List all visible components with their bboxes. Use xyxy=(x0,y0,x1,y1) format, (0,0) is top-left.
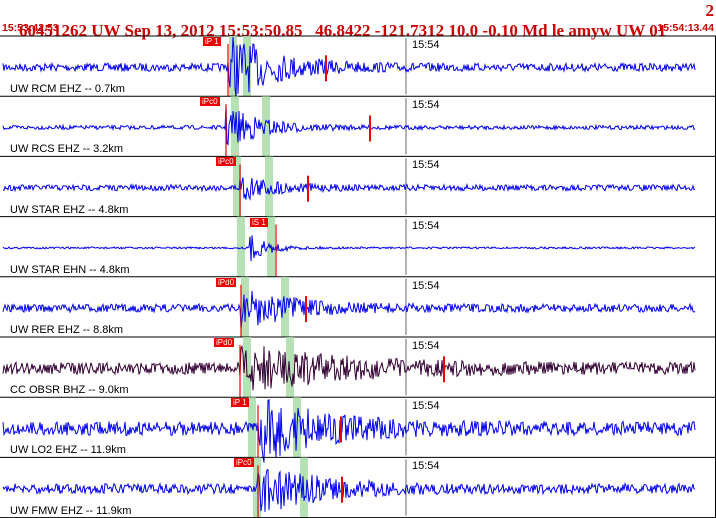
phase-pick-flag[interactable]: iPc0 xyxy=(234,458,254,468)
waveform-trace xyxy=(2,177,696,201)
minute-label: 15:54 xyxy=(412,460,440,473)
station-channel-label: UW FMW EHZ -- 11.9km xyxy=(10,504,132,517)
phase-pick-flag[interactable]: iPc0 xyxy=(216,157,236,167)
travel-time-band xyxy=(262,96,270,157)
station-channel-label: UW RER EHZ -- 8.8km xyxy=(10,324,124,336)
station-channel-label: UW LO2 EHZ -- 11.9km xyxy=(10,444,126,457)
phase-pick-flag[interactable]: iPc0 xyxy=(200,97,220,107)
phase-pick-flag[interactable]: iPd0 xyxy=(214,338,235,347)
travel-time-band xyxy=(237,216,245,277)
travel-time-band xyxy=(286,337,294,398)
phase-pick-flag[interactable]: iS 1 xyxy=(250,217,268,227)
minute-label: 15:54 xyxy=(412,279,440,292)
station-channel-label: UW STAR EHZ -- 4.8km xyxy=(10,203,129,216)
waveform-trace xyxy=(2,235,696,262)
phase-pick-flag[interactable]: iPd0 xyxy=(216,277,237,287)
seismogram-canvas[interactable] xyxy=(0,0,716,518)
phase-pick-flag[interactable]: iP 1 xyxy=(231,398,249,408)
minute-label: 15:54 xyxy=(412,99,440,112)
minute-label: 15:54 xyxy=(412,219,440,232)
minute-label: 15:54 xyxy=(412,400,440,413)
travel-time-band xyxy=(248,397,256,458)
waveform-trace xyxy=(2,105,696,146)
travel-time-band xyxy=(265,156,273,217)
station-channel-label: UW STAR EHN -- 4.8km xyxy=(10,263,130,276)
minute-label: 15:54 xyxy=(412,39,440,51)
station-channel-label: UW RCM EHZ -- 0.7km xyxy=(10,83,125,96)
minute-label: 15:54 xyxy=(412,159,440,172)
minute-label: 15:54 xyxy=(412,340,440,352)
station-channel-label: UW RCS EHZ -- 3.2km xyxy=(10,143,124,156)
phase-pick-flag[interactable]: iP 1 xyxy=(203,37,221,46)
station-channel-label: CC OBSR BHZ -- 9.0km xyxy=(10,384,129,397)
seismogram-viewer: 60451262 UW Sep 13, 2012 15:53:50.85 46.… xyxy=(0,0,716,518)
